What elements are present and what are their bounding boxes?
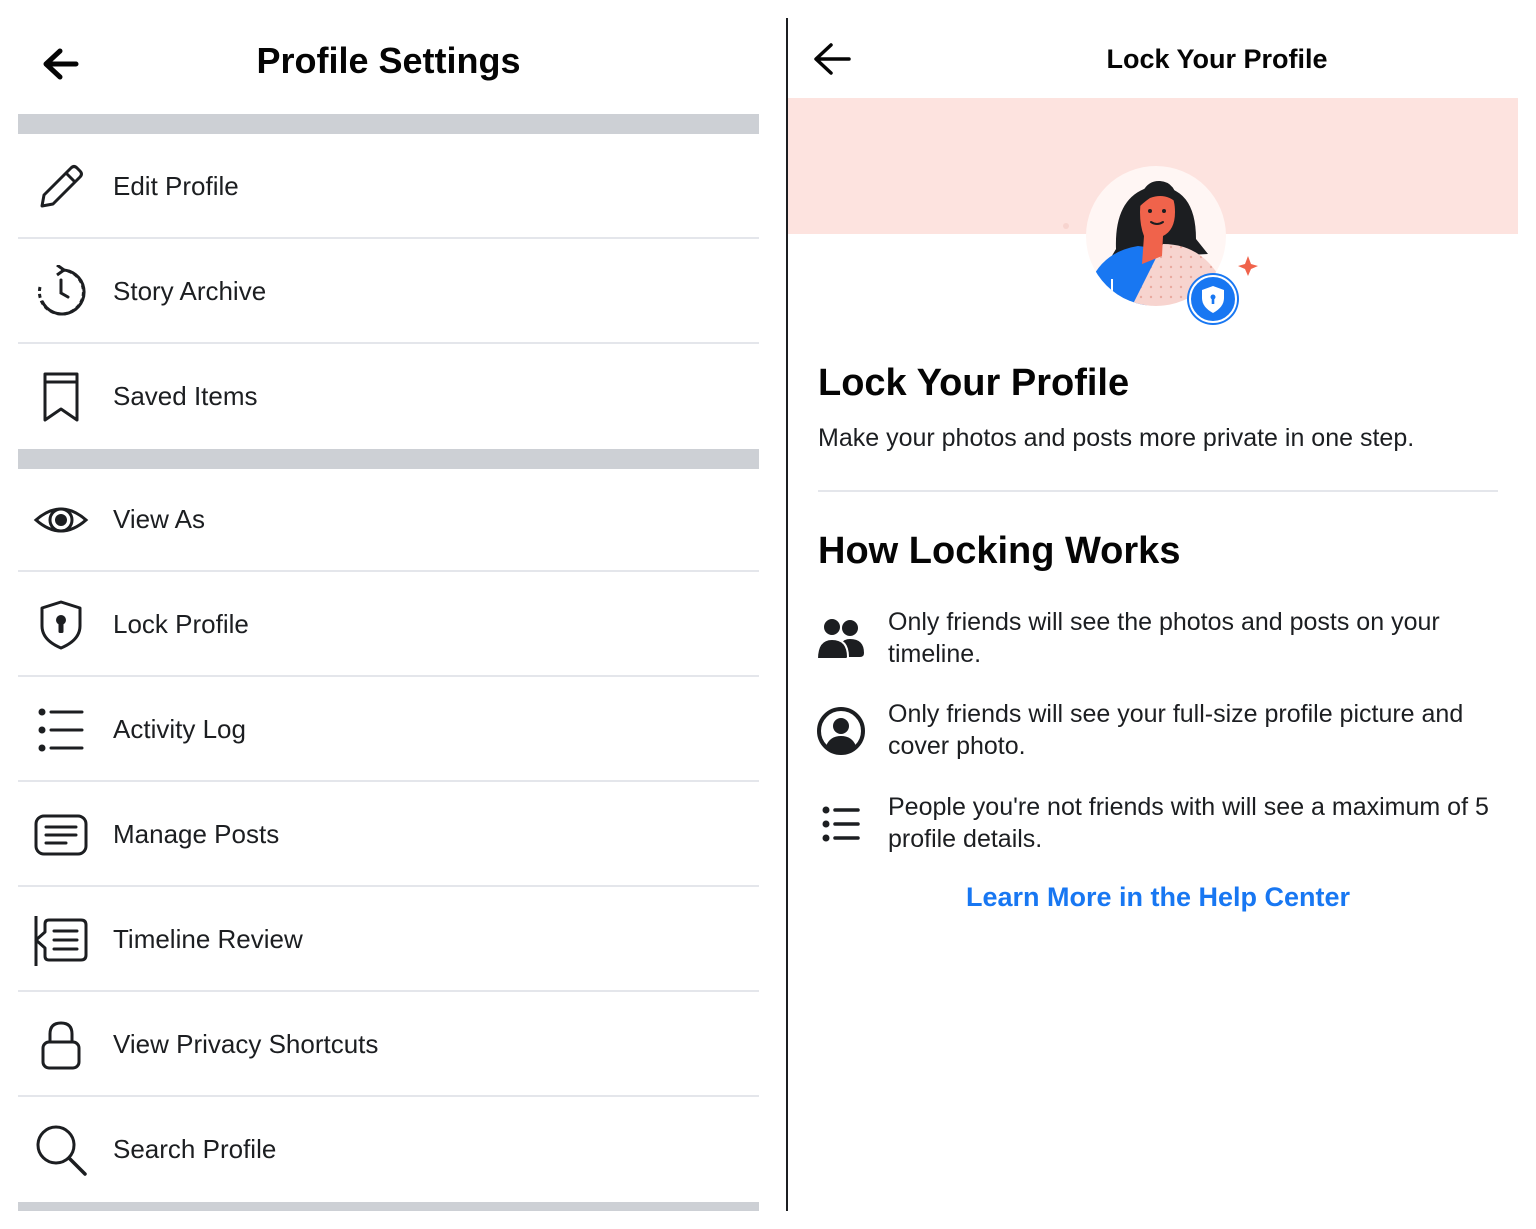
menu-item-saved-items[interactable]: Saved Items	[18, 344, 759, 449]
posts-icon	[32, 806, 90, 864]
section-separator	[18, 449, 759, 469]
menu-item-edit-profile[interactable]: Edit Profile	[18, 134, 759, 239]
menu-item-label: Edit Profile	[113, 171, 239, 201]
profile-circle-icon	[816, 706, 866, 756]
rule-text: Only friends will see your full-size pro…	[888, 700, 1464, 760]
eye-icon	[32, 491, 90, 549]
section-separator	[18, 1202, 759, 1211]
menu-item-view-as[interactable]: View As	[18, 467, 759, 572]
menu-item-label: Activity Log	[113, 714, 246, 744]
menu-item-timeline-review[interactable]: Timeline Review	[18, 887, 759, 992]
menu-item-label: Lock Profile	[113, 609, 249, 639]
pencil-icon	[32, 158, 90, 216]
page-title: Profile Settings	[256, 40, 521, 81]
menu-item-label: Timeline Review	[113, 924, 303, 954]
menu-item-lock-profile[interactable]: Lock Profile	[18, 572, 759, 677]
menu-item-label: Story Archive	[113, 276, 267, 306]
menu-item-search-profile[interactable]: Search Profile	[18, 1097, 759, 1202]
lock-profile-panel: Lock Your Profile Lock Your Profile Make…	[788, 0, 1536, 1229]
menu-item-story-archive[interactable]: Story Archive	[18, 239, 759, 344]
how-locking-works-heading: How Locking Works	[818, 530, 1181, 572]
menu-item-label: View Privacy Shortcuts	[113, 1029, 379, 1059]
menu-item-label: View As	[113, 504, 206, 534]
lock-profile-subtitle: Make your photos and posts more private …	[818, 424, 1415, 452]
rule-text: Only friends will see the photos and pos…	[888, 608, 1440, 668]
arrow-left-icon	[814, 43, 851, 75]
lock-profile-illustration	[1058, 164, 1258, 329]
menu-item-view-privacy-shortcuts[interactable]: View Privacy Shortcuts	[18, 992, 759, 1097]
archive-clock-icon	[32, 263, 90, 321]
menu-item-label: Manage Posts	[113, 819, 280, 849]
menu-item-label: Search Profile	[113, 1134, 277, 1164]
rule-item: Only friends will see your full-size pro…	[812, 698, 1502, 764]
menu-item-manage-posts[interactable]: Manage Posts	[18, 782, 759, 887]
profile-settings-header: Profile Settings	[18, 0, 759, 114]
timeline-review-icon	[32, 911, 90, 969]
search-icon	[32, 1121, 90, 1179]
bookmark-icon	[32, 368, 90, 426]
menu-item-activity-log[interactable]: Activity Log	[18, 677, 759, 782]
menu-item-label: Saved Items	[113, 381, 258, 411]
back-button[interactable]	[812, 40, 852, 78]
rule-text: People you're not friends with will see …	[888, 793, 1489, 853]
profile-settings-panel: Profile Settings Edit Profile Story Arch…	[18, 0, 759, 1229]
help-center-link[interactable]: Learn More in the Help Center	[788, 882, 1528, 913]
shield-lock-icon	[32, 596, 90, 654]
list-icon	[816, 799, 866, 849]
lock-profile-heading: Lock Your Profile	[818, 362, 1130, 404]
friends-icon	[816, 614, 866, 664]
divider	[818, 490, 1498, 492]
rule-item: People you're not friends with will see …	[812, 791, 1502, 857]
lock-icon	[32, 1016, 90, 1074]
section-separator	[18, 114, 759, 134]
page-title: Lock Your Profile	[1106, 44, 1328, 74]
rule-item: Only friends will see the photos and pos…	[812, 606, 1502, 672]
list-icon	[32, 701, 90, 759]
